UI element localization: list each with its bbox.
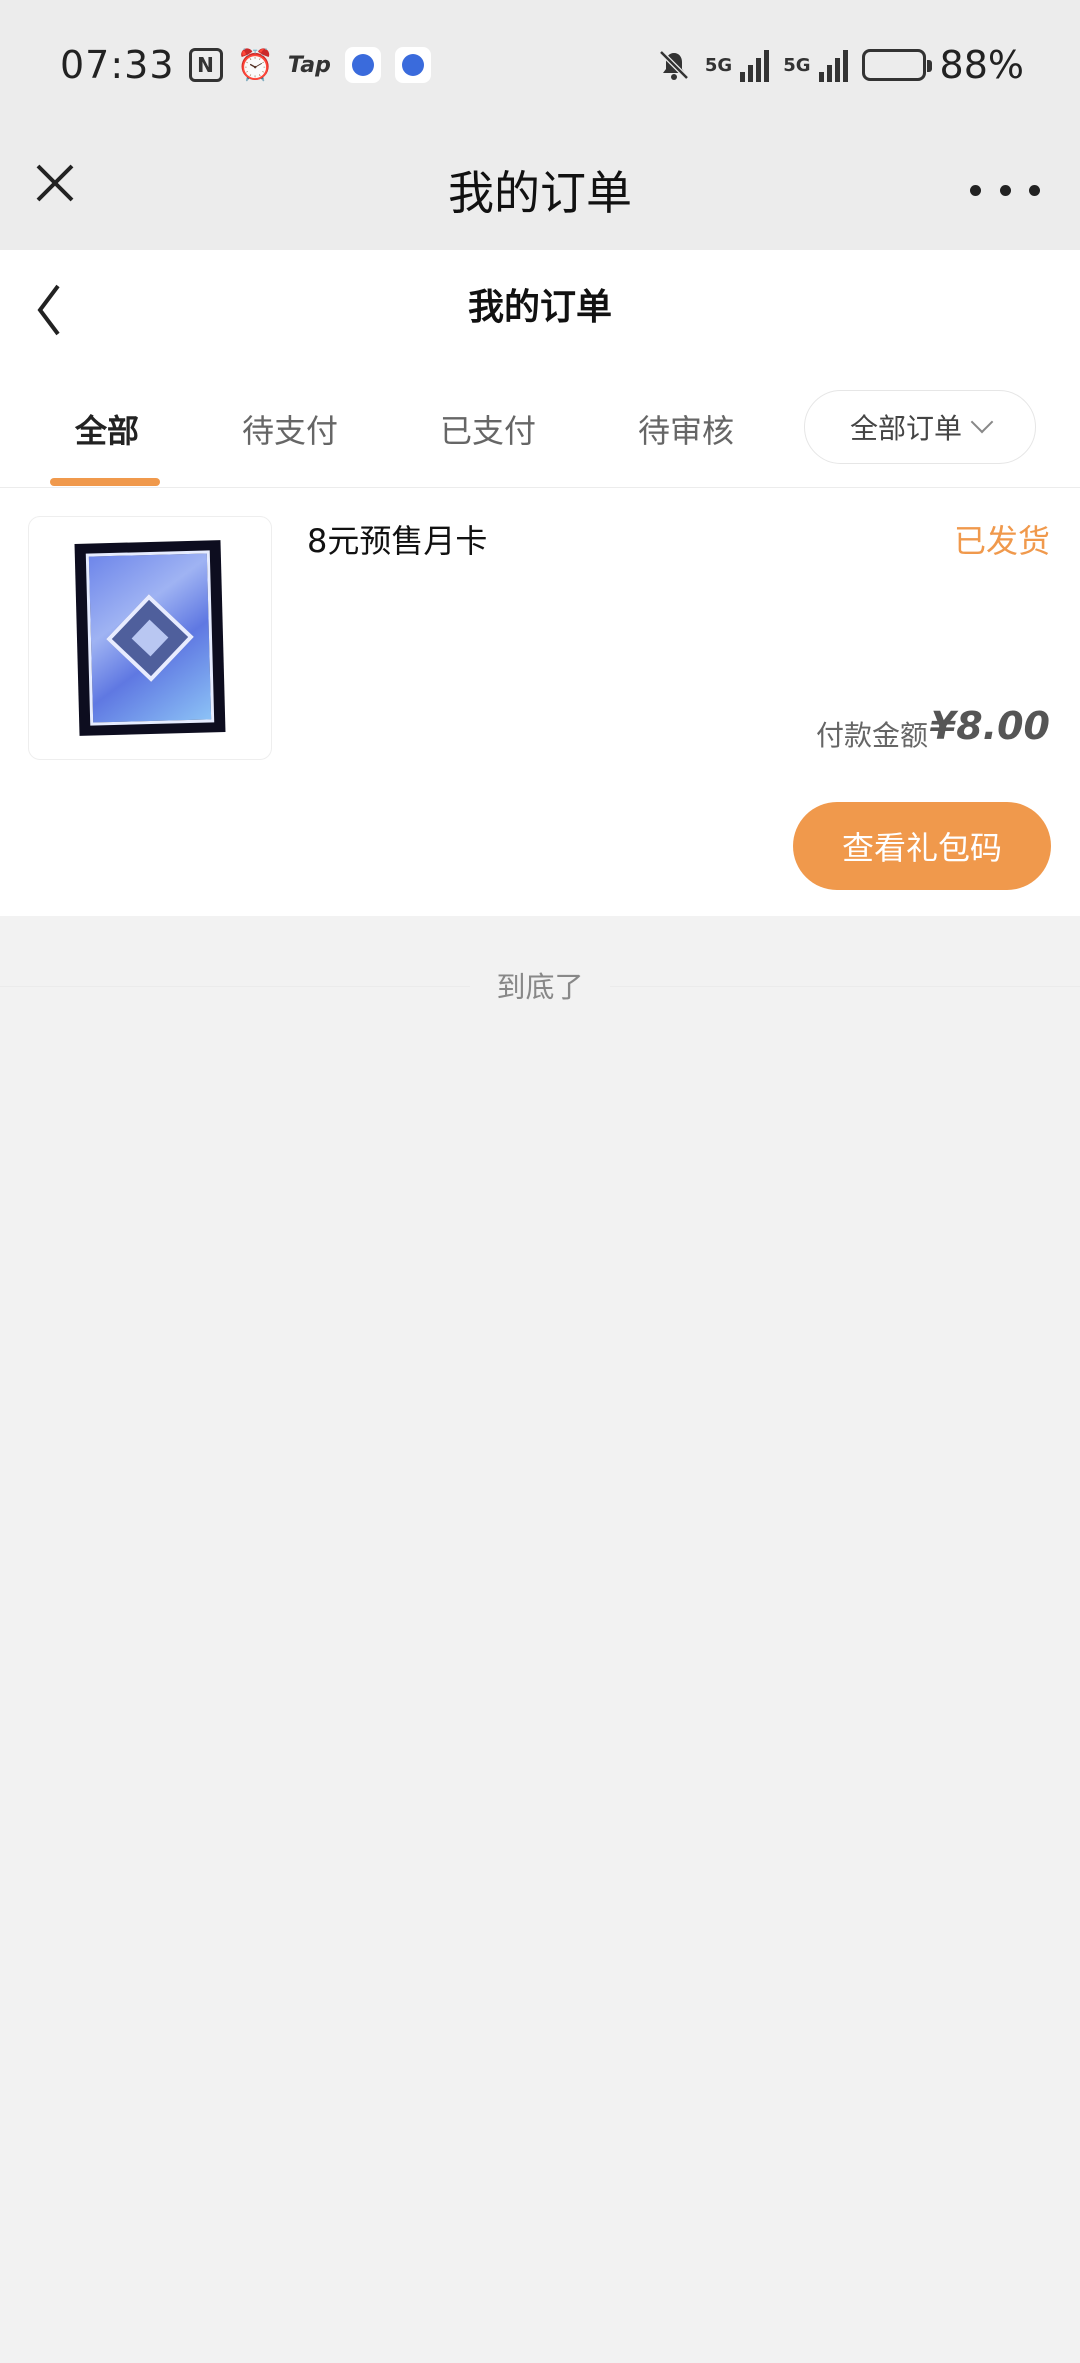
- baidu-icon: [394, 47, 431, 83]
- close-button[interactable]: [30, 158, 94, 222]
- order-status-badge: 已发货: [953, 522, 1050, 560]
- status-left: 07:33 N ⏰ Tap: [60, 43, 431, 87]
- chevron-down-icon: [970, 410, 994, 434]
- order-filter-label: 全部订单: [849, 412, 962, 445]
- list-end-text: 到底了: [470, 964, 610, 1006]
- page-header: 我的订单: [0, 250, 1080, 370]
- battery-percent: 88%: [939, 43, 1024, 87]
- monthly-card-image: [74, 540, 226, 736]
- nfc-icon: N: [188, 48, 223, 82]
- top-nav-title: 我的订单: [448, 166, 632, 220]
- order-filter-dropdown[interactable]: 全部订单: [804, 390, 1036, 464]
- close-icon: [36, 164, 74, 202]
- amount-label: 付款金额: [815, 719, 928, 752]
- tab-paid[interactable]: 已支付: [440, 406, 536, 452]
- more-button[interactable]: [970, 170, 1040, 210]
- product-name[interactable]: 8元预售月卡: [307, 516, 487, 562]
- amount-value: ¥8.00: [929, 704, 1050, 748]
- tab-pending-review[interactable]: 待审核: [638, 406, 734, 452]
- tab-all[interactable]: 全部: [75, 406, 139, 452]
- more-icon: [970, 184, 981, 196]
- chevron-left-icon: [37, 284, 60, 336]
- network-type-2: 5G: [783, 54, 811, 76]
- signal-icon: [818, 48, 848, 82]
- page-title: 我的订单: [467, 287, 612, 328]
- order-tabs: 全部 待支付 已支付 待审核 全部订单: [0, 370, 1080, 488]
- status-time: 07:33: [60, 43, 175, 87]
- back-button[interactable]: [28, 280, 78, 340]
- network-type-1: 5G: [704, 54, 733, 76]
- top-nav: 我的订单: [0, 130, 1080, 250]
- view-gift-code-button[interactable]: 查看礼包码: [793, 802, 1051, 890]
- active-tab-indicator: [50, 478, 160, 486]
- battery-icon: [861, 49, 932, 81]
- more-icon: [999, 184, 1011, 196]
- alarm-icon: ⏰: [236, 47, 274, 83]
- more-icon: [1029, 184, 1040, 196]
- order-card[interactable]: 8元预售月卡 已发货 付款金额 ¥8.00 查看礼包码: [0, 488, 1080, 916]
- status-bar: 07:33 N ⏰ Tap 5G 5G 88%: [0, 0, 1080, 130]
- signal-icon: [740, 48, 770, 82]
- tab-pending-payment[interactable]: 待支付: [242, 406, 338, 452]
- tap-app-icon: Tap: [287, 52, 331, 78]
- mute-bell-icon: [657, 48, 691, 82]
- status-right: 5G 5G 88%: [657, 43, 1024, 87]
- baidu-icon: [344, 47, 381, 83]
- product-thumbnail[interactable]: [28, 516, 272, 760]
